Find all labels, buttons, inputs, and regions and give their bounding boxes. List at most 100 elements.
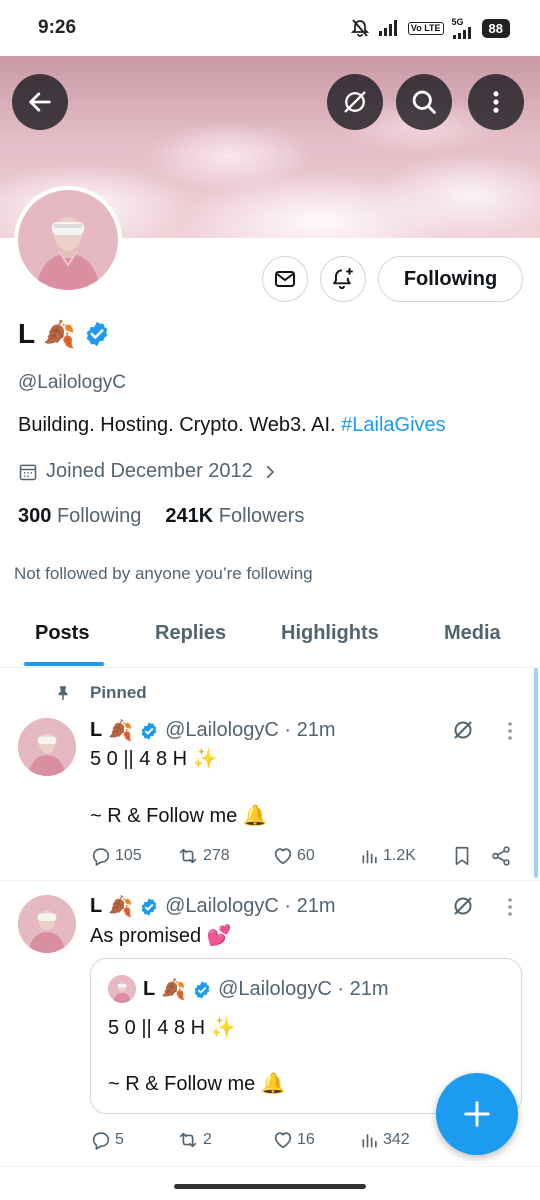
- reply-icon: [92, 1132, 110, 1150]
- views-chart-icon: [362, 850, 377, 864]
- quoted-text-line2: ~ R & Follow me 🔔: [108, 1073, 286, 1095]
- bell-plus-icon: [333, 268, 353, 290]
- verified-badge-icon: [141, 897, 157, 916]
- plus-icon: [464, 1101, 490, 1127]
- quoted-text-line1: 5 0 || 4 8 H ✨: [108, 1017, 236, 1039]
- battery-indicator: 88: [481, 18, 510, 38]
- bio-hashtag-link[interactable]: #LailaGives: [341, 414, 446, 436]
- post-divider: [0, 880, 540, 881]
- calendar-icon: [19, 464, 37, 480]
- pin-icon: [58, 686, 68, 701]
- tab-replies[interactable]: Replies: [155, 622, 226, 645]
- following-button[interactable]: Following: [378, 256, 523, 302]
- volte-badge: Vo LTE: [407, 21, 444, 35]
- post-header: L 🍂 @LailologyC · 21m: [90, 894, 336, 919]
- pinned-indicator: Pinned: [54, 683, 147, 703]
- quoted-author-name: L: [143, 978, 156, 1000]
- profile-tabs: Posts Replies Highlights Media: [0, 604, 540, 668]
- leaf-emoji: 🍂: [108, 720, 134, 742]
- leaf-emoji: 🍂: [161, 979, 187, 1001]
- joined-date: Joined December 2012: [46, 460, 253, 482]
- status-icons: Vo LTE 5G 88: [350, 17, 510, 39]
- mute-icon: [350, 18, 370, 38]
- post-more-icon[interactable]: [500, 720, 520, 742]
- post-meta: @LailologyC · 21m: [165, 719, 336, 741]
- views-button[interactable]: 1.2K: [360, 846, 416, 866]
- search-button[interactable]: [396, 74, 452, 130]
- grok-button[interactable]: [327, 74, 383, 130]
- share-icon: [492, 846, 510, 866]
- grok-icon[interactable]: [451, 718, 475, 742]
- post-more-icon[interactable]: [500, 896, 520, 918]
- post-avatar[interactable]: [18, 895, 76, 953]
- repost-button[interactable]: 278: [176, 845, 230, 867]
- quoted-meta: @LailologyC · 21m: [218, 978, 389, 1000]
- home-indicator[interactable]: [174, 1184, 366, 1189]
- heart-icon: [274, 848, 292, 865]
- share-button[interactable]: [490, 845, 512, 867]
- quoted-header: L 🍂 @LailologyC · 21m: [143, 977, 389, 1002]
- mail-icon: [275, 271, 295, 287]
- signal-5g-icon: 5G: [452, 17, 474, 39]
- post-author-name[interactable]: L: [90, 719, 102, 742]
- grok-icon[interactable]: [451, 894, 475, 918]
- leaf-emoji: 🍂: [43, 318, 76, 349]
- like-button[interactable]: 60: [272, 845, 315, 867]
- views-chart-icon: [362, 1134, 377, 1148]
- post-header: L 🍂 @LailologyC · 21m: [90, 718, 336, 743]
- followers-count-link[interactable]: 241K Followers: [165, 505, 304, 528]
- bio-text: Building. Hosting. Crypto. Web3. AI.: [18, 414, 336, 436]
- back-button[interactable]: [12, 74, 68, 130]
- profile-bio: Building. Hosting. Crypto. Web3. AI. #La…: [18, 414, 446, 437]
- active-tab-indicator: [24, 662, 104, 666]
- verified-badge-icon: [87, 321, 108, 347]
- post-avatar[interactable]: [18, 718, 76, 776]
- like-button[interactable]: 16: [272, 1129, 315, 1151]
- bookmark-icon: [455, 846, 469, 866]
- arrow-left-icon: [29, 92, 51, 112]
- tab-posts[interactable]: Posts: [35, 622, 89, 645]
- repost-button[interactable]: 2: [176, 1129, 212, 1151]
- grok-icon: [344, 91, 366, 113]
- profile-avatar[interactable]: [14, 186, 122, 294]
- status-bar: 9:26 Vo LTE 5G 88: [0, 0, 540, 56]
- post-author-name[interactable]: L: [90, 895, 102, 918]
- reply-button[interactable]: 5: [90, 1129, 124, 1151]
- reply-icon: [92, 848, 110, 866]
- post-text: As promised 💕: [90, 925, 232, 947]
- search-icon: [412, 90, 436, 114]
- signal-icon: [378, 19, 400, 37]
- verified-badge-icon: [141, 721, 157, 740]
- verified-badge-icon: [194, 980, 210, 999]
- post-text-line1: 5 0 || 4 8 H ✨: [90, 748, 218, 770]
- tab-highlights[interactable]: Highlights: [281, 622, 379, 645]
- follow-counts: 300 Following 241K Followers: [18, 505, 304, 528]
- leaf-emoji: 🍂: [108, 896, 134, 918]
- bookmark-button[interactable]: [451, 845, 473, 867]
- views-button[interactable]: 342: [360, 1130, 410, 1150]
- display-name: L: [18, 318, 36, 349]
- post-actions: 105 278 60 1.2K: [90, 842, 520, 870]
- profile-handle: @LailologyC: [18, 372, 127, 393]
- reply-button[interactable]: 105: [90, 845, 142, 867]
- tab-media[interactable]: Media: [444, 622, 501, 645]
- status-time: 9:26: [38, 17, 77, 38]
- message-button[interactable]: [262, 256, 308, 302]
- profile-name-row: L 🍂: [18, 318, 111, 350]
- post-text-line2: ~ R & Follow me 🔔: [90, 805, 268, 827]
- not-followed-notice: Not followed by anyone you’re following: [14, 564, 313, 583]
- repost-icon: [179, 848, 197, 864]
- more-options-button[interactable]: [468, 74, 524, 130]
- compose-post-button[interactable]: [436, 1073, 518, 1155]
- avatar-image: [18, 190, 118, 290]
- more-vertical-icon: [493, 91, 499, 113]
- scrollbar[interactable]: [534, 668, 538, 878]
- joined-date-row[interactable]: Joined December 2012: [18, 460, 279, 483]
- repost-icon: [179, 1132, 197, 1148]
- post-divider: [0, 1166, 540, 1167]
- following-count-link[interactable]: 300 Following: [18, 505, 141, 528]
- post-meta: @LailologyC · 21m: [165, 895, 336, 917]
- heart-icon: [274, 1132, 292, 1149]
- quoted-avatar: [108, 975, 136, 1003]
- notifications-button[interactable]: [320, 256, 366, 302]
